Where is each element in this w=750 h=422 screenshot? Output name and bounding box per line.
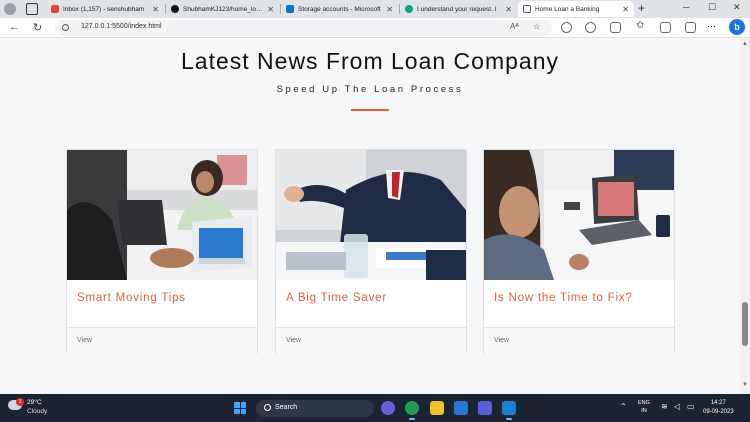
news-card-footer: View [67,327,257,354]
tab-label: Inbox (1,157) - senshubham [63,5,145,13]
collections-icon[interactable] [660,22,671,33]
site-info-icon[interactable] [62,24,69,31]
favorite-star-icon[interactable]: ☆ [533,22,540,31]
bing-copilot-icon[interactable]: b [729,19,745,35]
workspaces-icon[interactable] [26,3,38,15]
mail-icon[interactable] [454,401,468,415]
github-icon [171,5,179,13]
azure-icon [286,5,294,13]
battery-icon[interactable]: ▭ [687,402,695,411]
page-subtitle: Speed Up The Loan Process [276,84,464,95]
view-link[interactable]: View [494,337,509,344]
page-icon [523,5,531,13]
minimize-icon[interactable]: ─ [683,2,689,12]
start-windows-icon[interactable] [234,402,246,414]
tab-label: ShubhamKJ123/home_loan_ [183,5,264,13]
taskbar-search[interactable]: Search [256,400,374,417]
performance-icon[interactable] [585,22,596,33]
favorites-icon[interactable]: ✩ [636,20,647,31]
split-screen-icon[interactable] [610,22,621,33]
news-card-title[interactable]: Smart Moving Tips [77,292,186,304]
language-code: ENG [638,400,650,406]
news-card-title[interactable]: A Big Time Saver [286,292,387,304]
page-viewport: Latest News From Loan Company Speed Up T… [0,38,740,394]
news-image-office-laptops [67,150,257,280]
refresh-icon[interactable]: ↻ [33,21,42,34]
more-menu-icon[interactable]: ··· [707,21,718,32]
tab-label: Storage accounts - Microsoft [298,5,381,13]
clock-date: 09-09-2023 [703,409,734,415]
news-card: Is Now the Time to Fix? View [483,149,675,354]
news-card: Smart Moving Tips View [66,149,258,354]
maximize-icon[interactable]: ☐ [708,2,716,13]
tab-gmail[interactable]: Inbox (1,157) - senshubham ✕ [46,1,164,17]
close-icon[interactable]: ✕ [505,5,512,14]
temperature-text[interactable]: 29°C [27,399,42,406]
volume-icon[interactable]: ◁ [674,402,680,411]
clipchamp-icon[interactable] [478,401,492,415]
vscode-icon[interactable] [502,401,516,420]
extension-icon[interactable] [561,22,572,33]
url-text[interactable]: 127.0.0.1:5500/index.html [81,23,162,30]
profile-avatar[interactable] [4,3,16,15]
clock-time: 14:27 [710,400,726,406]
edge-browser-icon[interactable] [405,401,419,420]
windows-taskbar: 1 29°C Cloudy Search ⌃ ENG IN ≋ ◁ ▭ 14:2… [0,394,750,422]
news-card: A Big Time Saver View [275,149,467,354]
chevron-up-icon[interactable]: ⌃ [620,402,627,411]
address-bar[interactable]: 127.0.0.1:5500/index.html Aᴬ ☆ [55,20,552,36]
gmail-icon [51,5,59,13]
tab-label: I understand your request. I [417,5,497,13]
new-tab-button[interactable]: + [638,1,645,15]
news-image-meeting-laptop [484,150,674,280]
close-icon[interactable]: ✕ [386,5,393,14]
tab-label: Home Loan a Banking [535,5,600,13]
file-explorer-icon[interactable] [430,401,444,415]
search-icon [264,404,271,411]
search-label: Search [275,404,298,411]
read-aloud-icon[interactable]: Aᴬ [510,22,519,31]
close-icon[interactable]: ✕ [152,5,159,14]
view-link[interactable]: View [77,337,92,344]
close-icon[interactable]: ✕ [267,5,274,14]
region-code: IN [641,408,647,414]
title-underline [351,109,389,111]
news-image-businessman-desk [276,150,466,280]
scrollbar-thumb[interactable] [742,302,748,346]
scroll-down-icon[interactable]: ▼ [742,382,748,388]
chatgpt-icon [405,5,413,13]
tab-github[interactable]: ShubhamKJ123/home_loan_ ✕ [166,1,279,17]
wifi-icon[interactable]: ≋ [661,402,668,411]
back-arrow-icon[interactable]: ← [9,21,20,33]
scroll-up-icon[interactable]: ▲ [742,41,748,47]
news-card-footer: View [276,327,466,354]
address-toolbar: ← ↻ 127.0.0.1:5500/index.html Aᴬ ☆ ✩ ···… [0,18,750,38]
page-title: Latest News From Loan Company [181,48,559,74]
news-card-title[interactable]: Is Now the Time to Fix? [494,292,633,304]
browser-tab-strip: Inbox (1,157) - senshubham ✕ ShubhamKJ12… [0,0,750,18]
news-card-footer: View [484,327,674,354]
tab-home-loan[interactable]: Home Loan a Banking ✕ [518,1,634,17]
view-link[interactable]: View [286,337,301,344]
tab-chatgpt[interactable]: I understand your request. I ✕ [400,1,517,17]
window-close-icon[interactable]: ✕ [733,2,741,13]
vertical-scrollbar[interactable]: ▲ ▼ [740,38,750,394]
tab-azure[interactable]: Storage accounts - Microsoft ✕ [281,1,398,17]
teams-chat-icon[interactable] [381,401,395,415]
browser-essentials-icon[interactable] [685,22,696,33]
notification-badge: 1 [16,398,24,406]
weather-condition[interactable]: Cloudy [27,408,47,415]
system-clock[interactable]: 14:27 09-09-2023 [703,399,734,417]
close-icon[interactable]: ✕ [622,5,629,14]
input-language[interactable]: ENG IN [638,399,650,415]
